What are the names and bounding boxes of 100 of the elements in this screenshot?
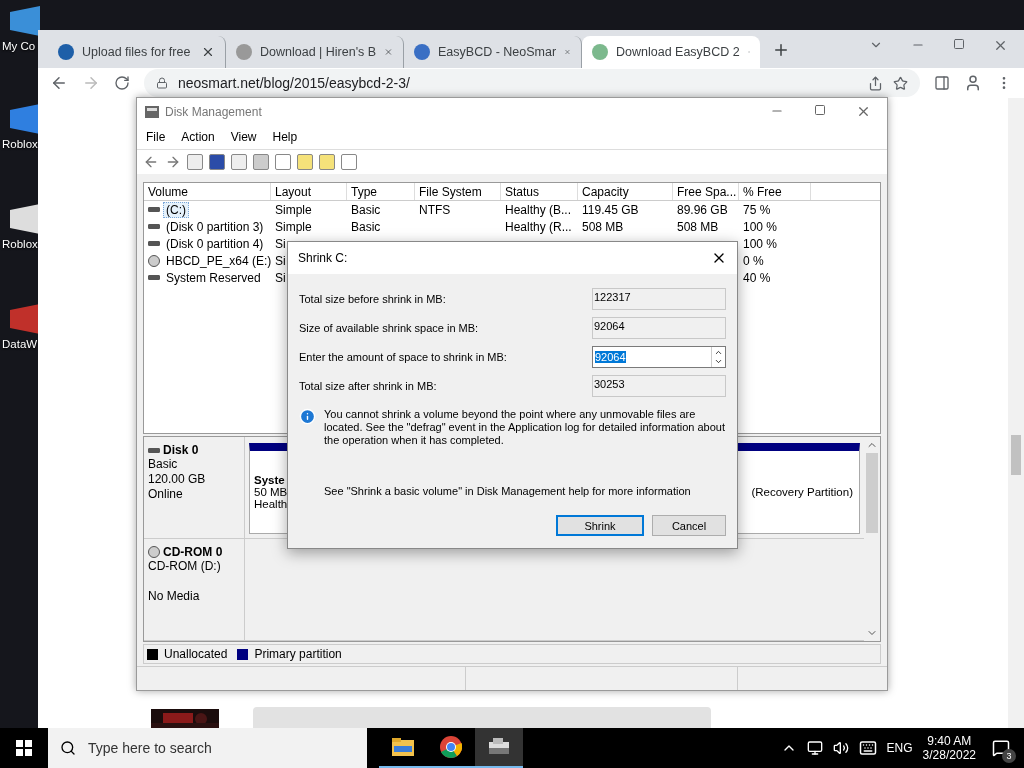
table-cell[interactable]: (Disk 0 partition 3): [163, 218, 267, 235]
reload-icon[interactable]: [114, 75, 130, 91]
partition-label: (Recovery Partition): [751, 486, 853, 499]
cancel-button[interactable]: Cancel: [652, 515, 726, 536]
bookmark-icon[interactable]: [893, 75, 908, 91]
new-tab-icon[interactable]: [772, 41, 790, 59]
table-cell[interactable]: (C:): [163, 201, 189, 218]
clock[interactable]: 9:40 AM 3/28/2022: [922, 734, 976, 762]
table-cell: 119.45 GB: [582, 202, 639, 217]
field-label: Size of available shrink space in MB:: [299, 321, 479, 334]
menu-item[interactable]: Help: [272, 130, 298, 145]
browser-tab[interactable]: Download EasyBCD 2: [582, 36, 760, 68]
column-header[interactable]: Status: [501, 183, 578, 201]
spin-field[interactable]: 92064: [592, 345, 726, 368]
table-cell: Basic: [351, 219, 381, 234]
disk-info: Online: [148, 487, 184, 503]
toolbar-icon[interactable]: [231, 154, 247, 171]
shortcut-icon[interactable]: [10, 304, 40, 334]
desktop-icon-label[interactable]: DataW: [0, 338, 38, 350]
desktop-icon-label[interactable]: Roblox: [0, 138, 38, 150]
toolbar-icon[interactable]: [253, 154, 269, 171]
table-cell[interactable]: System Reserved: [163, 269, 264, 286]
scrollbar[interactable]: [1008, 98, 1024, 728]
table-cell: 100 %: [743, 219, 778, 234]
language-indicator[interactable]: ENG: [886, 741, 913, 755]
drive-icon: [148, 207, 160, 213]
disk-name[interactable]: Disk 0: [148, 443, 240, 458]
desktop-icon-label[interactable]: My Co: [0, 40, 36, 52]
address-bar[interactable]: neosmart.net/blog/2015/easybcd-2-3/: [144, 69, 920, 97]
browser-icon: [440, 736, 462, 758]
table-cell: 0 %: [743, 253, 764, 268]
drive-icon: [148, 275, 160, 281]
table-cell: Simple: [275, 219, 312, 234]
readonly-field: 92064: [592, 316, 726, 339]
maximize-icon[interactable]: [814, 104, 826, 117]
table-cell: 100 %: [743, 236, 778, 251]
column-header[interactable]: File System: [415, 183, 501, 201]
column-header[interactable]: Layout: [271, 183, 347, 201]
keyboard-icon[interactable]: [858, 739, 877, 757]
site-icon: [236, 44, 252, 60]
column-header[interactable]: Free Spa...: [673, 183, 739, 201]
site-icon: [592, 44, 608, 60]
field-label: Total size after shrink in MB:: [299, 379, 437, 392]
shrink-button[interactable]: Shrink: [556, 515, 644, 536]
volume-icon[interactable]: [832, 740, 849, 756]
disk-info: 120.00 GB: [148, 472, 207, 488]
toolbar-icon[interactable]: [209, 154, 225, 171]
toolbar-icon[interactable]: [275, 154, 291, 171]
profile-icon[interactable]: [964, 74, 982, 92]
shortcut-icon[interactable]: [10, 104, 40, 134]
desktop-icon-label[interactable]: Roblox: [0, 238, 38, 250]
search-icon: [60, 740, 76, 756]
column-header[interactable]: Volume: [144, 183, 271, 201]
partition-label: Syste: [254, 474, 285, 487]
notification-button[interactable]: 3: [986, 733, 1016, 763]
start-icon[interactable]: [16, 740, 32, 756]
table-cell[interactable]: HBCD_PE_x64 (E:): [163, 252, 275, 269]
table-cell: Healthy (B...: [505, 202, 572, 217]
menu-item[interactable]: View: [230, 130, 257, 145]
drive-icon: [148, 447, 160, 453]
folder-icon: [392, 738, 414, 756]
disk-info: No Media: [148, 589, 201, 605]
readonly-field: 30253: [592, 374, 726, 397]
toolbar-icon[interactable]: [297, 154, 313, 171]
menu-item[interactable]: File: [146, 130, 166, 145]
app-icon: [145, 105, 159, 118]
table-cell: Basic: [351, 202, 381, 217]
disk-name[interactable]: CD-ROM 0: [148, 545, 240, 560]
field-label: Total size before shrink in MB:: [299, 292, 446, 305]
maximize-icon[interactable]: [953, 38, 965, 50]
field-label: Enter the amount of space to shrink in MB:: [299, 350, 507, 363]
menu-item[interactable]: Action: [181, 130, 215, 145]
back-icon[interactable]: [50, 74, 68, 92]
toolbar-icon[interactable]: [341, 154, 357, 171]
lock-icon: [156, 77, 168, 89]
shortcut-icon[interactable]: [10, 204, 40, 234]
column-header[interactable]: Capacity: [578, 183, 673, 201]
legend-label: Primary partition: [254, 647, 342, 662]
search-field[interactable]: Type here to search: [48, 728, 367, 768]
table-cell: Simple: [275, 202, 312, 217]
table-cell[interactable]: (Disk 0 partition 4): [163, 235, 267, 252]
network-icon[interactable]: [806, 740, 823, 756]
disc-icon: [148, 254, 160, 267]
share-icon[interactable]: [868, 75, 883, 91]
column-header[interactable]: Type: [347, 183, 415, 201]
column-header[interactable]: % Free: [739, 183, 811, 201]
readonly-field: 122317: [592, 287, 726, 310]
drive-icon: [148, 241, 160, 247]
table-cell: 89.96 GB: [677, 202, 728, 217]
table-cell: 75 %: [743, 202, 771, 217]
toolbar-icon[interactable]: [187, 154, 203, 171]
browser-tab[interactable]: Upload files for free: [48, 36, 226, 68]
partition-label: 50 MB: [254, 486, 288, 499]
side-panel-icon[interactable]: [934, 75, 950, 91]
table-cell: 508 MB: [582, 219, 624, 234]
toolbar-icon[interactable]: [319, 154, 335, 171]
drive-icon: [148, 224, 160, 230]
table-cell: Healthy (R...: [505, 219, 572, 234]
disk-info: CD-ROM (D:): [148, 559, 222, 575]
browser-tab[interactable]: Download | Hiren's B: [226, 36, 404, 68]
